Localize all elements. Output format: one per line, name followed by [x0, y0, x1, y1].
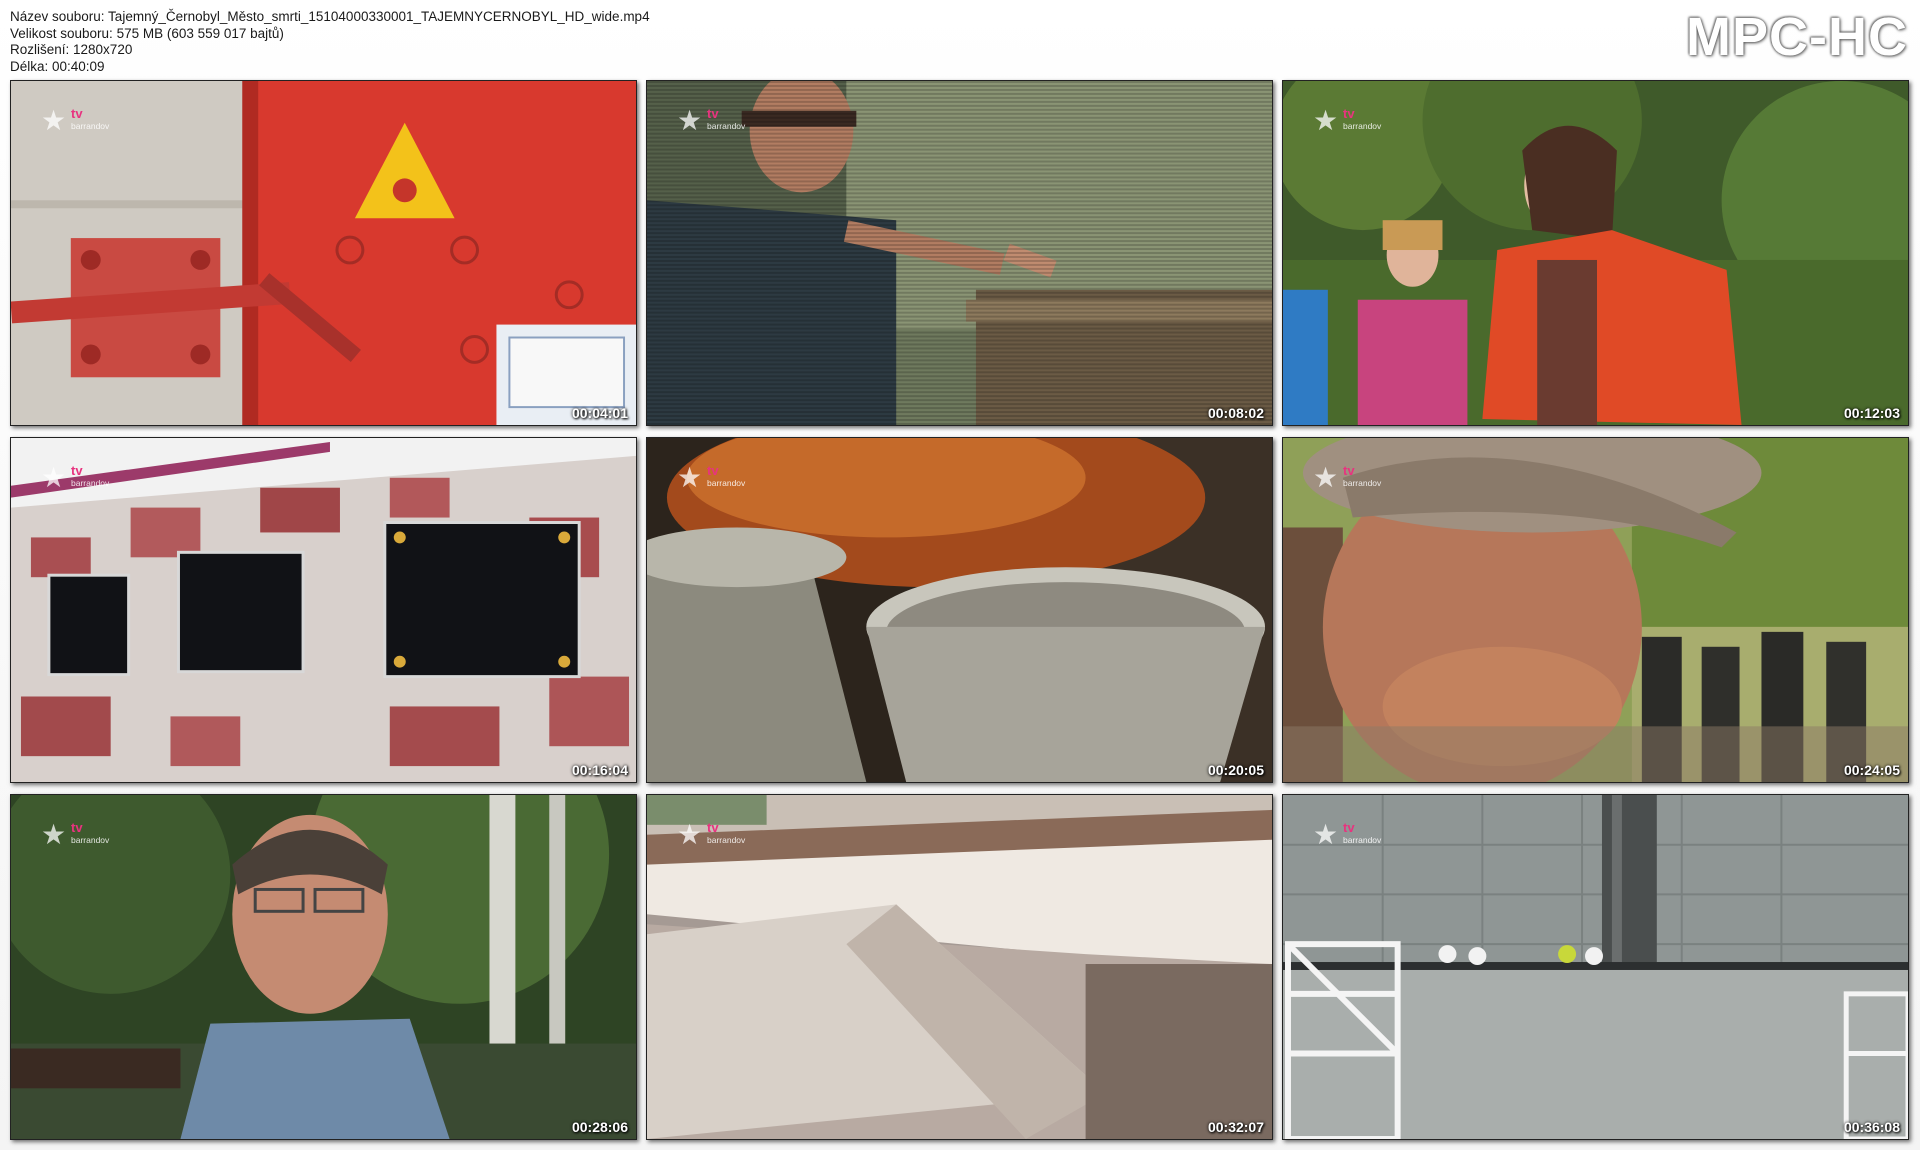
file-info: Název souboru: Tajemný_Černobyl_Město_sm…	[10, 9, 650, 75]
thumbnail-6: ★ tv barrandov 00:24:05	[1282, 437, 1909, 783]
file-resolution: Rozlišení: 1280x720	[10, 42, 133, 57]
timestamp: 00:32:07	[1207, 1119, 1264, 1135]
channel-logo: ★ tv barrandov	[677, 105, 746, 136]
thumbnail-8: ★ tv barrandov 00:32:07	[646, 794, 1273, 1140]
channel-logo: ★ tv barrandov	[677, 462, 746, 493]
thumbnail-4: ★ tv barrandov 00:16:04	[10, 437, 637, 783]
channel-logo: ★ tv barrandov	[1313, 462, 1382, 493]
timestamp: 00:28:06	[571, 1119, 628, 1135]
file-name: Název souboru: Tajemný_Černobyl_Město_sm…	[10, 9, 650, 24]
thumbnail-5: ★ tv barrandov 00:20:05	[646, 437, 1273, 783]
timestamp: 00:12:03	[1843, 405, 1900, 421]
timestamp: 00:24:05	[1843, 762, 1900, 778]
file-duration: Délka: 00:40:09	[10, 58, 105, 74]
channel-logo: ★ tv barrandov	[41, 819, 110, 850]
thumbnail-1: ★ tv barrandov 00:04:01	[10, 80, 637, 426]
timestamp: 00:36:08	[1843, 1119, 1900, 1135]
timestamp: 00:04:01	[571, 405, 628, 421]
thumbnail-3: ★ tv barrandov 00:12:03	[1282, 80, 1909, 426]
channel-logo: ★ tv barrandov	[677, 819, 746, 850]
channel-logo: ★ tv barrandov	[1313, 105, 1382, 136]
timestamp: 00:16:04	[571, 762, 628, 778]
channel-logo: ★ tv barrandov	[41, 462, 110, 493]
thumbnail-2: ★ tv barrandov 00:08:02	[646, 80, 1273, 426]
timestamp: 00:20:05	[1207, 762, 1264, 778]
thumbnail-9: ★ tv barrandov 00:36:08	[1282, 794, 1909, 1140]
file-size: Velikost souboru: 575 MB (603 559 017 ba…	[10, 25, 284, 41]
thumbnail-grid: ★ tv barrandov 00:04:01 ★ tv barrandov 0…	[10, 80, 1909, 1140]
thumbnail-7: ★ tv barrandov 00:28:06	[10, 794, 637, 1140]
channel-logo: ★ tv barrandov	[1313, 819, 1382, 850]
channel-logo: ★ tv barrandov	[41, 105, 110, 136]
mpc-hc-logo: MPC-HC	[1686, 7, 1908, 67]
timestamp: 00:08:02	[1207, 405, 1264, 421]
